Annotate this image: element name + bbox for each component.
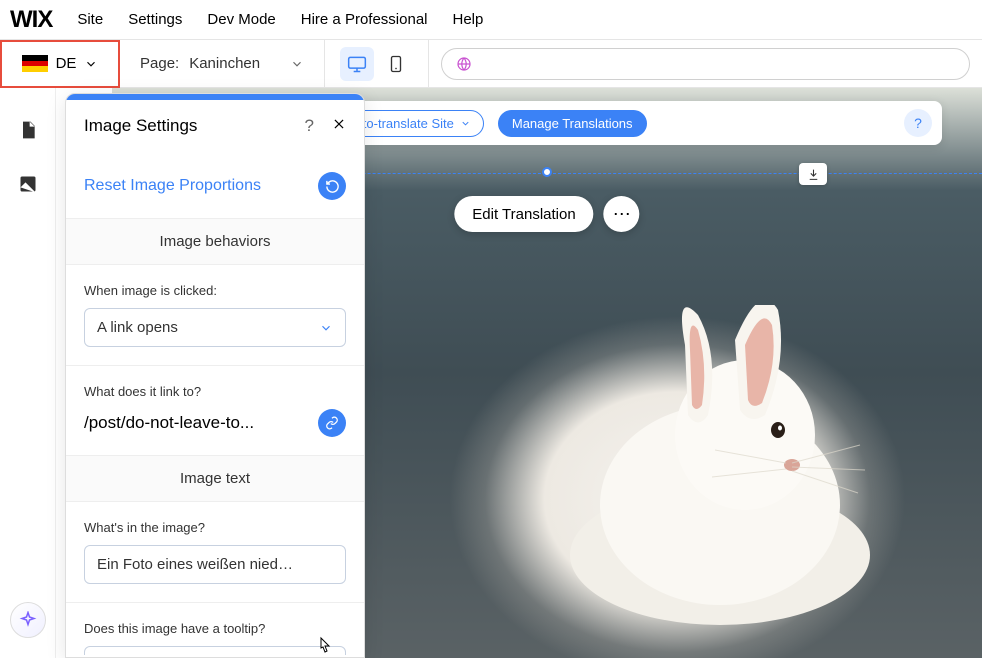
edit-link-button[interactable] xyxy=(318,409,346,437)
url-input[interactable] xyxy=(441,48,970,80)
reset-proportions-row: Reset Image Proportions xyxy=(66,152,364,218)
panel-help-button[interactable]: ? xyxy=(305,116,314,136)
menu-help[interactable]: Help xyxy=(453,11,484,28)
desktop-view-button[interactable] xyxy=(340,47,374,81)
page-value: Kaninchen xyxy=(189,55,304,72)
rail-pages-button[interactable] xyxy=(16,118,40,142)
ruler-handle[interactable] xyxy=(542,167,552,177)
menu-hire[interactable]: Hire a Professional xyxy=(301,11,428,28)
link-label: What does it link to? xyxy=(84,384,346,399)
rail-media-button[interactable] xyxy=(16,172,40,196)
alt-text-section: What's in the image? Ein Foto eines weiß… xyxy=(66,501,364,602)
cursor-pointer-icon xyxy=(315,636,333,656)
click-action-select[interactable]: A link opens xyxy=(84,308,346,347)
link-icon xyxy=(325,416,339,430)
sparkle-icon xyxy=(19,611,37,629)
url-bar xyxy=(429,48,982,80)
page-label: Page: xyxy=(140,55,179,72)
page-icon xyxy=(18,119,38,141)
tooltip-input[interactable]: Niederländisches Zwergka… xyxy=(84,646,346,655)
image-settings-panel: Image Settings ? Reset Image Proportions… xyxy=(65,93,365,658)
alt-text-label: What's in the image? xyxy=(84,520,346,535)
download-icon xyxy=(807,168,820,181)
top-menu-bar: WIX Site Settings Dev Mode Hire a Profes… xyxy=(0,0,982,40)
rabbit-image xyxy=(530,305,910,625)
left-rail xyxy=(0,88,56,658)
panel-title: Image Settings xyxy=(84,116,197,136)
globe-icon xyxy=(456,56,472,72)
wix-logo: WIX xyxy=(10,6,52,34)
click-behavior-section: When image is clicked: A link opens xyxy=(66,264,364,365)
language-selector[interactable]: DE xyxy=(0,40,120,88)
tooltip-label: Does this image have a tooltip? xyxy=(84,621,346,636)
floating-toolbar: Edit Translation ⋯ xyxy=(454,196,639,232)
panel-header: Image Settings ? xyxy=(66,100,364,152)
menu-settings[interactable]: Settings xyxy=(128,11,182,28)
toolbar: DE Page: Kaninchen xyxy=(0,40,982,88)
click-label: When image is clicked: xyxy=(84,283,346,298)
image-text-section-title: Image text xyxy=(66,455,364,501)
link-value: /post/do-not-leave-to... xyxy=(84,413,308,433)
flag-de-icon xyxy=(22,55,48,72)
close-icon xyxy=(332,117,346,131)
device-toggle xyxy=(325,40,429,87)
chevron-down-icon xyxy=(319,321,333,335)
desktop-icon xyxy=(347,54,367,74)
chevron-down-icon xyxy=(290,57,304,71)
panel-close-button[interactable] xyxy=(332,116,346,136)
alt-text-input[interactable]: Ein Foto eines weißen nied… xyxy=(84,545,346,584)
edit-translation-button[interactable]: Edit Translation xyxy=(454,196,593,232)
help-button[interactable]: ? xyxy=(904,109,932,137)
mobile-icon xyxy=(387,55,405,73)
link-section: What does it link to? /post/do-not-leave… xyxy=(66,365,364,455)
rail-ai-button[interactable] xyxy=(10,602,46,638)
page-selector[interactable]: Page: Kaninchen xyxy=(120,40,325,87)
chevron-down-icon xyxy=(460,118,471,129)
main-area: Now editing: German Auto-translate Site … xyxy=(0,88,982,658)
menu-site[interactable]: Site xyxy=(77,11,103,28)
image-icon xyxy=(18,174,38,194)
undo-icon xyxy=(325,179,340,194)
reset-button[interactable] xyxy=(318,172,346,200)
chevron-down-icon xyxy=(84,57,98,71)
reset-proportions-link[interactable]: Reset Image Proportions xyxy=(84,177,261,195)
language-code: DE xyxy=(56,55,77,72)
download-button[interactable] xyxy=(799,163,827,185)
manage-translations-button[interactable]: Manage Translations xyxy=(498,110,647,137)
more-options-button[interactable]: ⋯ xyxy=(604,196,640,232)
menu-devmode[interactable]: Dev Mode xyxy=(207,11,275,28)
panel-body: Reset Image Proportions Image behaviors … xyxy=(66,152,364,655)
behaviors-section-title: Image behaviors xyxy=(66,218,364,264)
mobile-view-button[interactable] xyxy=(379,47,413,81)
